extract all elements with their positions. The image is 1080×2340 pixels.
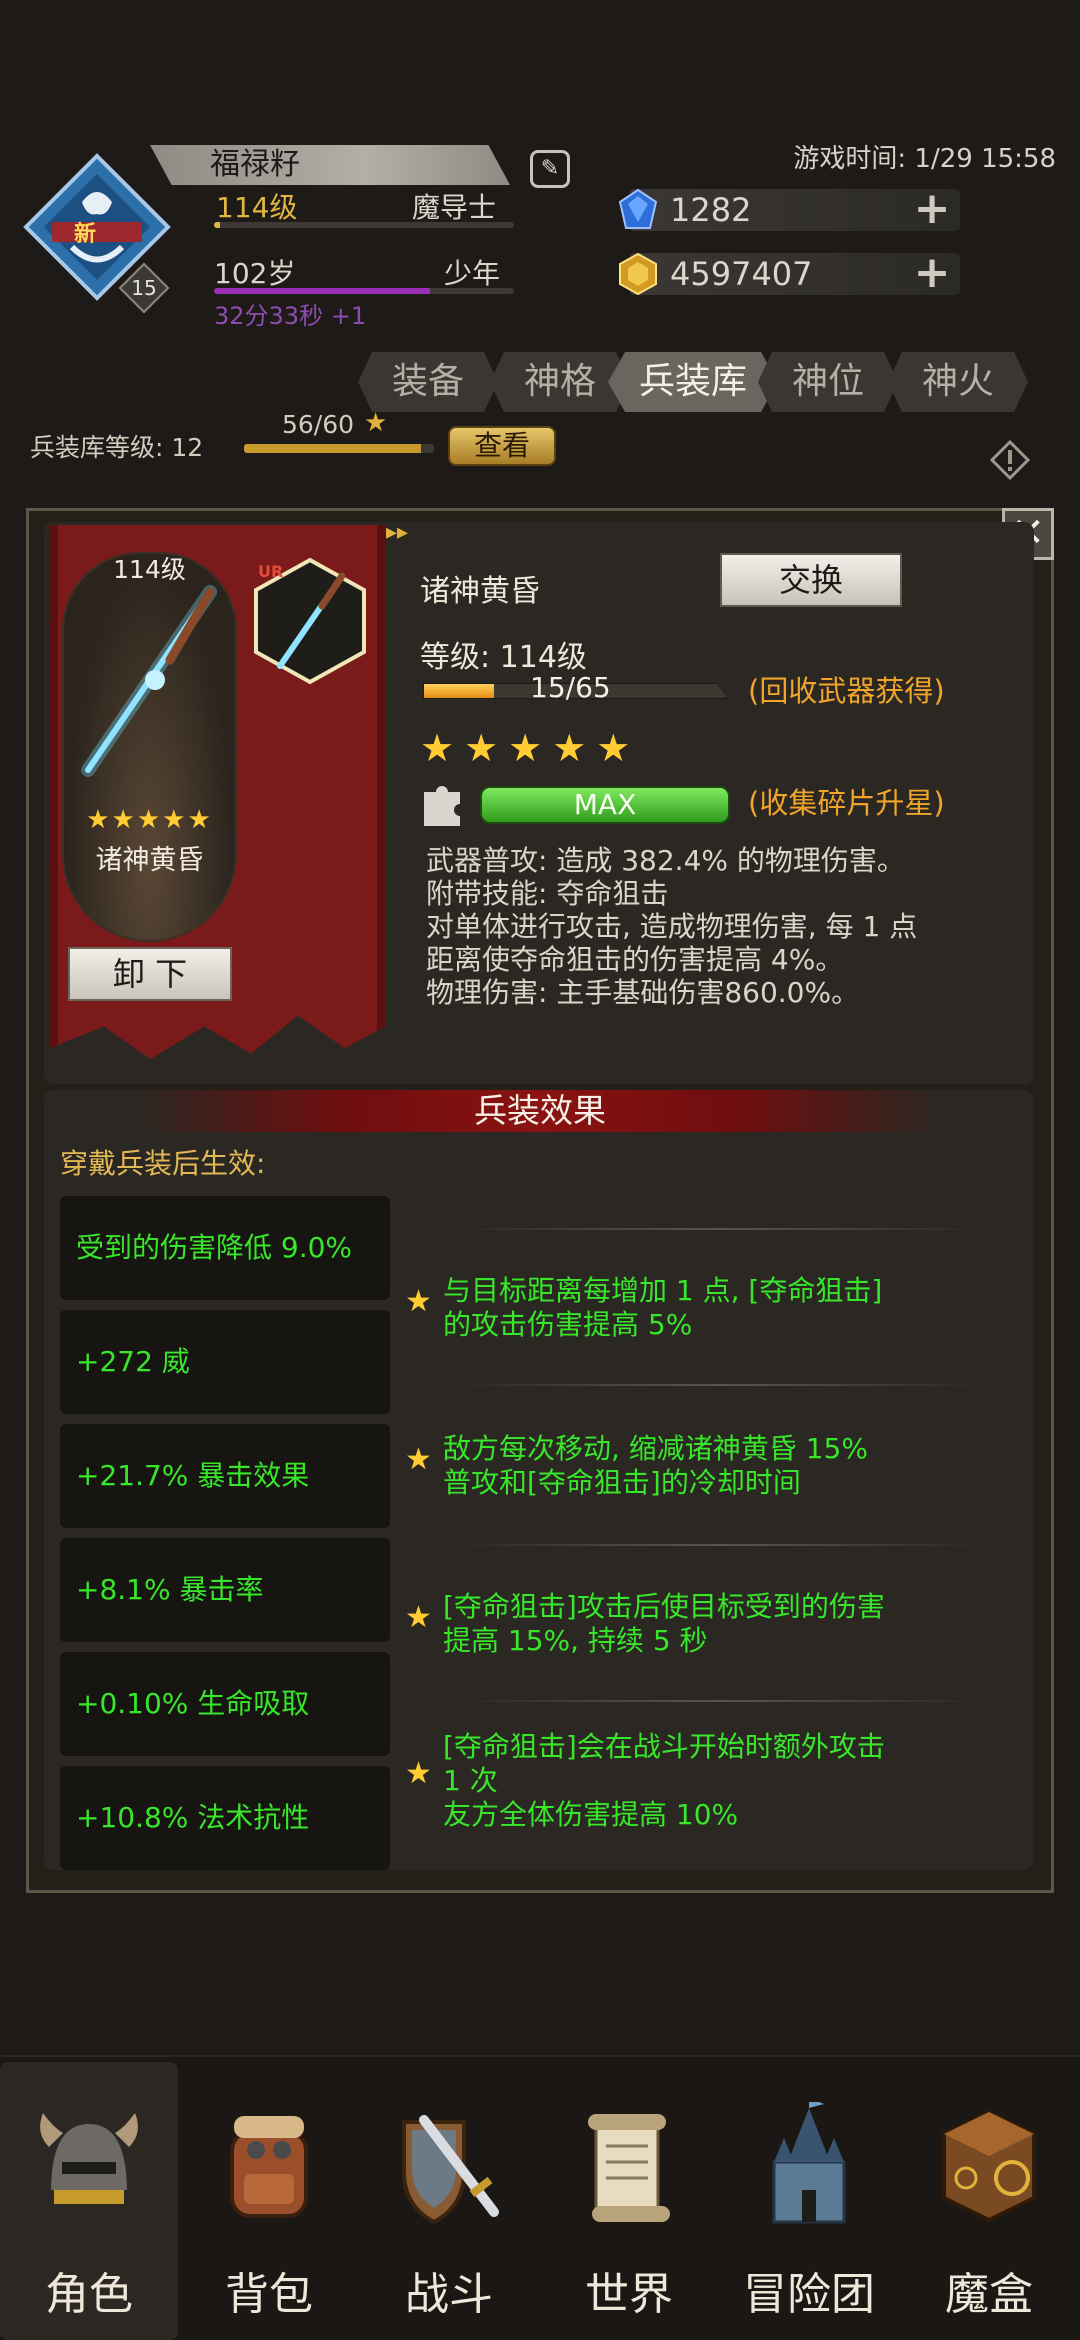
gold-counter: 4597407 (630, 253, 960, 295)
nav-label: 冒险团 (743, 2269, 875, 2320)
unequip-button[interactable]: 卸 下 (68, 947, 232, 1001)
shard-hint: (收集碎片升星) (748, 786, 945, 820)
passive-effect-1: ★ 与目标距离每增加 1 点, [夺命狙击] 的攻击伤害提高 5% (405, 1274, 1005, 1354)
edit-name-button[interactable]: ✎ (530, 150, 570, 188)
tab-armory[interactable]: 兵装库 (608, 352, 778, 412)
weapon-desc-skill: 附带技能: 夺命狙击 (426, 877, 669, 910)
rifle-icon (81, 585, 217, 777)
nav-adventure-team[interactable]: 冒险团 (720, 2062, 898, 2340)
star-icon: ★ (405, 1756, 432, 1791)
effect-stat-lifesteal: +0.10% 生命吸取 (60, 1652, 390, 1756)
divider (460, 1228, 980, 1230)
shard-progress-bar: MAX (480, 786, 730, 824)
age-bar (214, 288, 514, 294)
effect-stat-might: +272 威 (60, 1310, 390, 1414)
armory-progress-text: 56/60 (282, 410, 355, 439)
slot-stars: ★★★★★ (86, 805, 213, 835)
passive-text: 敌方每次移动, 缩减诸神黄昏 15% 普攻和[夺命狙击]的冷却时间 (443, 1432, 868, 1499)
weapon-desc-attack: 武器普攻: 造成 382.4% 的物理伤害。 (426, 844, 905, 877)
passive-text: [夺命狙击]会在战斗开始时额外攻击 1 次 友方全体伤害提高 10% (443, 1730, 885, 1831)
player-job: 魔导士 (412, 191, 497, 224)
age-timer: 32分33秒 +1 (214, 302, 367, 330)
star-icon: ★ (405, 1442, 432, 1477)
armory-level: 兵装库等级: 12 (30, 433, 204, 462)
player-level: 114级 (216, 191, 298, 224)
swap-button[interactable]: 交换 (720, 553, 902, 607)
slot-level: 114级 (113, 555, 186, 584)
effects-caption: 穿戴兵装后生效: (60, 1147, 266, 1180)
weapon-xp-text: 15/65 (530, 671, 611, 704)
divider (460, 1384, 980, 1386)
nav-label: 魔盒 (945, 2269, 1033, 2320)
weapon-stars: ★★★★★ (420, 726, 641, 770)
helmet-icon (40, 2113, 138, 2204)
tab-equipment[interactable]: 装备 (358, 352, 498, 412)
player-age: 102岁 (214, 257, 296, 290)
blue-crystal-icon (618, 188, 658, 229)
divider (460, 1700, 980, 1702)
crystal-counter: 1282 (630, 189, 960, 231)
effect-stat-crit-effect: +21.7% 暴击效果 (60, 1424, 390, 1528)
sword-shield-icon (402, 2115, 499, 2225)
gold-coin-icon (619, 252, 657, 296)
effect-stat-damage-reduction: 受到的伤害降低 9.0% (60, 1196, 390, 1300)
level-bar (214, 222, 514, 228)
passive-text: [夺命狙击]攻击后使目标受到的伤害 提高 15%, 持续 5 秒 (443, 1590, 885, 1657)
weapon-desc-skill-detail-2: 距离使夺命狙击的伤害提高 4%。 (426, 943, 844, 976)
age-stage: 少年 (444, 257, 501, 290)
pencil-icon: ✎ (540, 156, 560, 181)
effects-title: 兵装效果 (140, 1090, 940, 1132)
weapon-desc-physical: 物理伤害: 主手基础伤害860.0%。 (426, 976, 860, 1009)
nav-label: 战斗 (405, 2269, 493, 2320)
scroll-icon (588, 2114, 670, 2222)
new-badge: 新 (74, 222, 97, 247)
passive-effect-2: ★ 敌方每次移动, 缩减诸神黄昏 15% 普攻和[夺命狙击]的冷却时间 (405, 1432, 1005, 1512)
passive-effect-3: ★ [夺命狙击]攻击后使目标受到的伤害 提高 15%, 持续 5 秒 (405, 1590, 1005, 1670)
nav-magic-box[interactable]: 魔盒 (900, 2062, 1078, 2340)
armory-star-icon: ★ (364, 408, 388, 438)
nav-battle[interactable]: 战斗 (360, 2062, 538, 2340)
passive-effect-4: ★ [夺命狙击]会在战斗开始时额外攻击 1 次 友方全体伤害提高 10% (405, 1730, 1005, 1840)
tab-god-seat[interactable]: 神位 (758, 352, 898, 412)
divider (460, 1544, 980, 1546)
puzzle-piece-icon (424, 786, 460, 826)
view-button[interactable]: 查看 (448, 426, 556, 466)
nav-character[interactable]: 角色 (0, 2062, 178, 2340)
warning-icon[interactable] (990, 440, 1030, 480)
game-time: 游戏时间: 1/29 15:58 (793, 144, 1056, 174)
magic-box-icon (942, 2109, 1036, 2223)
effect-stat-spell-resist: +10.8% 法术抗性 (60, 1766, 390, 1870)
nav-label: 世界 (585, 2269, 673, 2320)
tab-divine-fire[interactable]: 神火 (888, 352, 1028, 412)
weapon-name: 诸神黄昏 (420, 574, 540, 609)
backpack-icon (230, 2116, 308, 2218)
effect-stat-crit-rate: +8.1% 暴击率 (60, 1538, 390, 1642)
player-name: 福禄籽 (150, 145, 510, 185)
star-icon: ★ (405, 1600, 432, 1635)
slot-weapon-name: 诸神黄昏 (95, 845, 204, 876)
nav-label: 角色 (45, 2269, 133, 2320)
emblem-level: 15 (131, 276, 157, 300)
nav-label: 背包 (225, 2269, 313, 2320)
passive-text: 与目标距离每增加 1 点, [夺命狙击] 的攻击伤害提高 5% (443, 1274, 883, 1341)
weapon-desc-skill-detail-1: 对单体进行攻击, 造成物理伤害, 每 1 点 (426, 910, 918, 943)
weapon-level: 等级: 114级 (420, 640, 587, 675)
xp-hint: (回收武器获得) (748, 674, 945, 708)
nav-world[interactable]: 世界 (540, 2062, 718, 2340)
arrow-marker-icon: ▸▸ (386, 520, 409, 545)
star-icon: ★ (405, 1284, 432, 1319)
armory-progress-bar (244, 444, 434, 453)
add-crystal-button[interactable]: + (912, 187, 952, 231)
add-gold-button[interactable]: + (912, 251, 952, 295)
castle-icon (772, 2102, 846, 2224)
nav-backpack[interactable]: 背包 (180, 2062, 358, 2340)
rarity-badge: UR (258, 562, 284, 581)
